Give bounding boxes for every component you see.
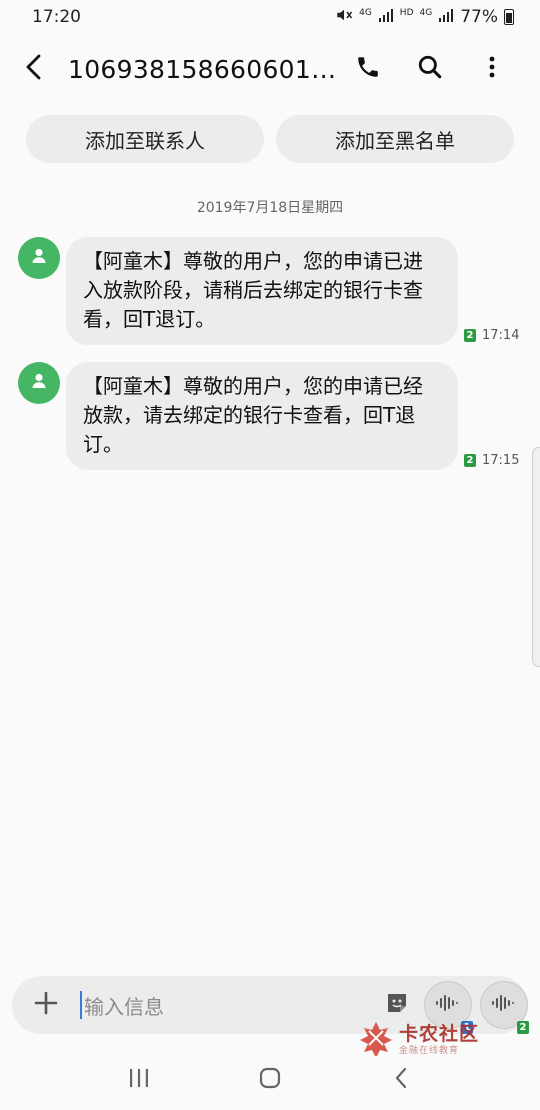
header-actions <box>346 47 540 91</box>
search-icon <box>417 54 443 84</box>
watermark-main: 卡农社区 <box>399 1022 480 1045</box>
sticker-icon <box>384 990 410 1020</box>
phone-icon <box>355 54 381 84</box>
message-row: 【阿童木】尊敬的用户，您的申请已经放款，请去绑定的银行卡查看，回T退订。 2 1… <box>18 362 522 470</box>
conversation-title: 1069381586606019... <box>68 54 338 84</box>
mute-icon <box>335 6 353 29</box>
status-time: 17:20 <box>32 7 81 27</box>
contact-actions: 添加至联系人 添加至黑名单 <box>26 115 514 163</box>
message-bubble[interactable]: 【阿童木】尊敬的用户，您的申请已经放款，请去绑定的银行卡查看，回T退订。 <box>66 362 458 470</box>
scroll-handle[interactable] <box>532 447 540 667</box>
home-button[interactable] <box>240 1055 300 1105</box>
back-arrow-icon <box>23 54 45 84</box>
status-bar: 17:20 4G HD 4G 77% <box>0 0 540 34</box>
add-to-blacklist-button[interactable]: 添加至黑名单 <box>276 115 514 163</box>
message-meta: 2 17:14 <box>464 328 519 343</box>
person-icon <box>30 372 48 394</box>
recent-apps-icon <box>127 1067 151 1093</box>
signal-icon <box>378 7 394 28</box>
battery-percent: 77% <box>460 7 498 27</box>
message-bubble[interactable]: 【阿童木】尊敬的用户，您的申请已进入放款阶段，请稍后去绑定的银行卡查看，回T退订… <box>66 237 458 345</box>
back-button[interactable] <box>0 44 68 94</box>
home-icon <box>258 1066 282 1094</box>
plus-icon <box>33 990 59 1020</box>
message-row: 【阿童木】尊敬的用户，您的申请已进入放款阶段，请稍后去绑定的银行卡查看，回T退订… <box>18 237 522 345</box>
conversation-header: 1069381586606019... <box>0 44 540 94</box>
person-icon <box>30 247 48 269</box>
hd-label: HD <box>399 7 414 18</box>
text-cursor <box>80 991 82 1019</box>
more-options-button[interactable] <box>470 47 514 91</box>
signal-icon-2 <box>438 7 454 28</box>
message-input[interactable]: 输入信息 <box>84 991 378 1020</box>
battery-icon <box>504 9 514 25</box>
voice-wave-icon <box>434 993 462 1017</box>
nav-back-button[interactable] <box>371 1055 431 1105</box>
sim2-badge: 2 <box>517 1021 529 1034</box>
search-button[interactable] <box>408 47 452 91</box>
nav-back-icon <box>392 1066 410 1094</box>
more-vertical-icon <box>488 55 496 83</box>
conversation-date: 2019年7月18日星期四 <box>196 200 344 216</box>
sim2-network-label: 4G <box>419 7 433 18</box>
message-time: 17:15 <box>482 453 520 468</box>
sender-avatar[interactable] <box>18 362 60 404</box>
system-navigation-bar <box>0 1050 540 1110</box>
message-time: 17:14 <box>482 328 520 343</box>
call-button[interactable] <box>346 47 390 91</box>
recent-apps-button[interactable] <box>109 1055 169 1105</box>
sim-badge: 2 <box>464 454 476 467</box>
add-attachment-button[interactable] <box>12 976 80 1034</box>
messages-screen: 17:20 4G HD 4G 77% 1069381586606019... 添… <box>0 0 540 1110</box>
sender-avatar[interactable] <box>18 237 60 279</box>
sim1-network-label: 4G <box>359 7 372 18</box>
status-icons: 4G HD 4G 77% <box>335 6 514 29</box>
add-to-contacts-button[interactable]: 添加至联系人 <box>26 115 264 163</box>
sim-badge: 2 <box>464 329 476 342</box>
voice-wave-icon <box>490 993 518 1017</box>
message-meta: 2 17:15 <box>464 453 519 468</box>
